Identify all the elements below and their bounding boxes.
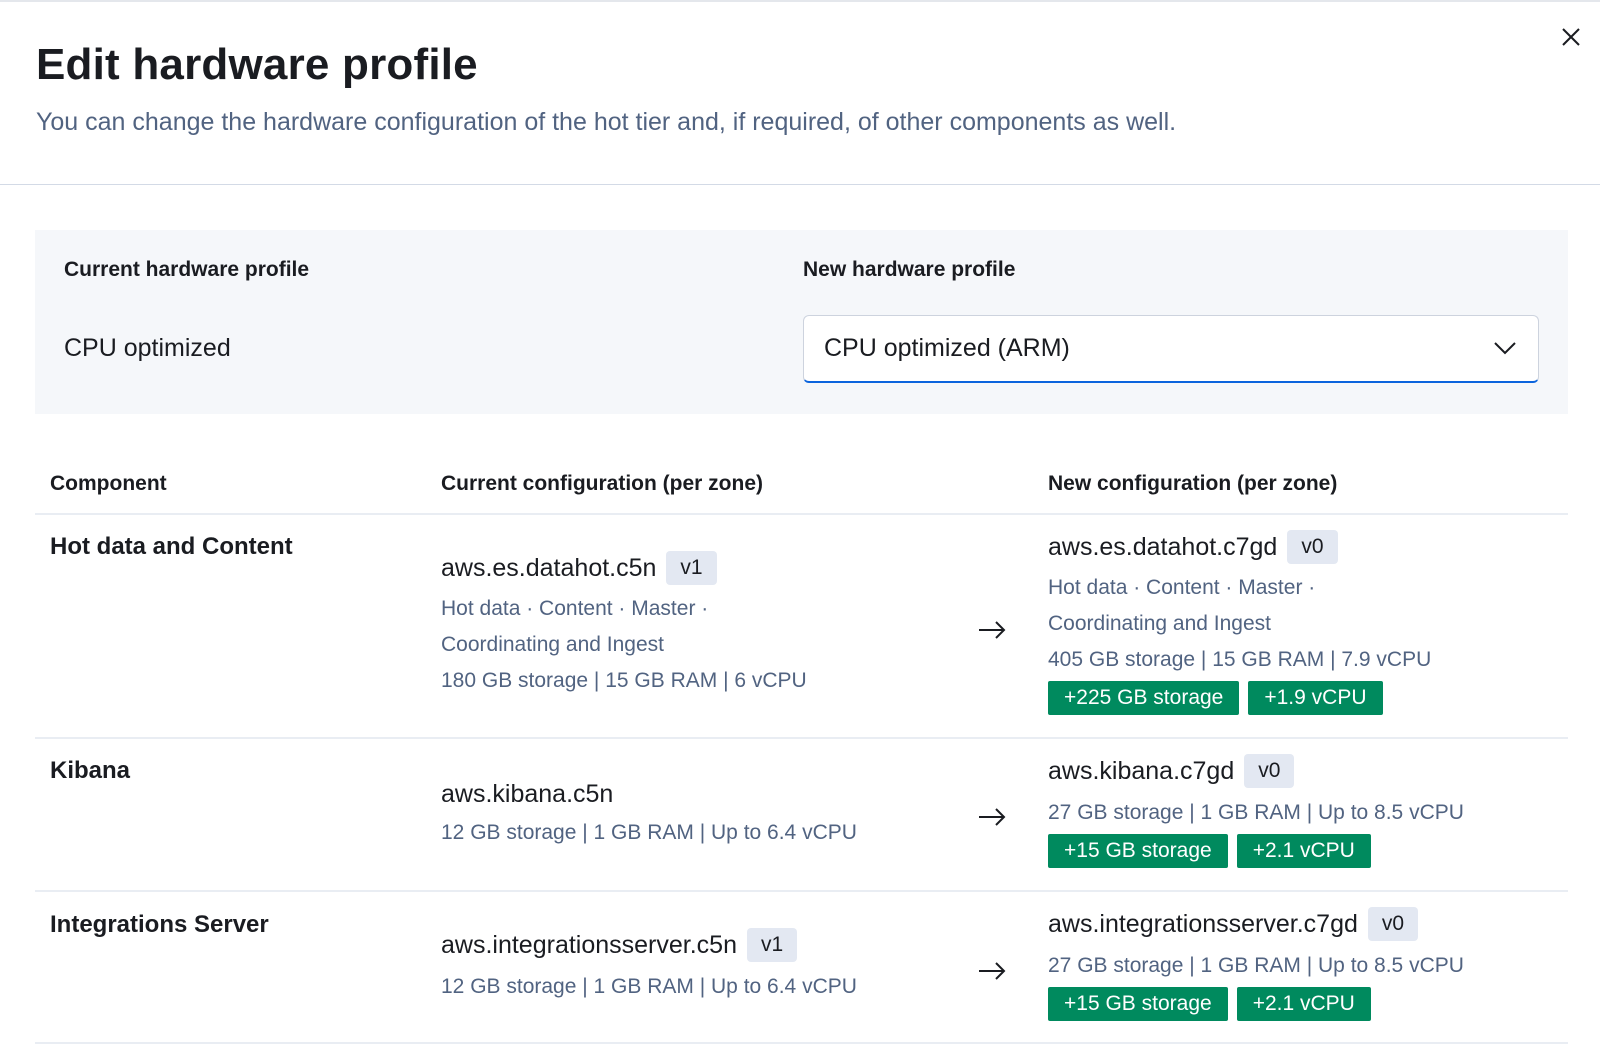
component-name: Kibana (50, 757, 131, 784)
new-roles-line-1: Hot data · Content · Master · (1048, 576, 1316, 599)
vcpu-change-badge: +1.9 vCPU (1248, 681, 1383, 715)
storage-change-badge: +225 GB storage (1048, 681, 1240, 715)
new-profile-label: New hardware profile (803, 258, 1016, 281)
vcpu-change-badge: +2.1 vCPU (1236, 834, 1371, 868)
current-instance-name: aws.kibana.c5n (441, 780, 614, 808)
new-instance-name: aws.integrationsserver.c7gd (1048, 909, 1358, 938)
change-chips: +15 GB storage +2.1 vCPU (1048, 834, 1371, 868)
storage-change-badge: +15 GB storage (1048, 987, 1228, 1021)
version-badge: v0 (1367, 907, 1419, 941)
chevron-down-icon (1494, 342, 1516, 355)
version-badge: v1 (666, 551, 717, 585)
close-button[interactable] (1556, 22, 1586, 52)
current-profile-label: Current hardware profile (64, 258, 310, 281)
header-row-divider (35, 513, 1568, 515)
version-badge: v0 (1244, 754, 1295, 788)
new-instance: aws.es.datahot.c7gd v0 (1048, 530, 1338, 564)
version-badge: v0 (1287, 530, 1338, 564)
hardware-profile-panel: Current hardware profile New hardware pr… (35, 230, 1568, 414)
new-instance-name: aws.kibana.c7gd (1048, 756, 1235, 785)
current-instance-name: aws.es.datahot.c5n (441, 553, 657, 582)
current-instance: aws.kibana.c5n (441, 780, 613, 809)
component-name: Integrations Server (50, 911, 269, 938)
current-roles-line-1: Hot data · Content · Master · (441, 597, 709, 620)
current-specs: 180 GB storage | 15 GB RAM | 6 vCPU (441, 669, 807, 692)
close-icon (1562, 28, 1580, 46)
column-header-current: Current configuration (per zone) (441, 472, 763, 495)
modal-subtitle: You can change the hardware configuratio… (36, 108, 1177, 136)
new-profile-select[interactable]: CPU optimized (ARM) (803, 315, 1539, 383)
new-instance: aws.kibana.c7gd v0 (1048, 754, 1295, 788)
current-specs: 12 GB storage | 1 GB RAM | Up to 6.4 vCP… (441, 821, 857, 844)
new-specs: 405 GB storage | 15 GB RAM | 7.9 vCPU (1048, 648, 1432, 671)
column-header-component: Component (50, 472, 167, 495)
modal-title: Edit hardware profile (36, 40, 478, 89)
change-chips: +15 GB storage +2.1 vCPU (1048, 987, 1371, 1021)
current-specs: 12 GB storage | 1 GB RAM | Up to 6.4 vCP… (441, 975, 857, 998)
component-name: Hot data and Content (50, 533, 293, 560)
current-instance-name: aws.integrationsserver.c5n (441, 930, 737, 959)
vcpu-change-badge: +2.1 vCPU (1236, 987, 1371, 1021)
new-specs: 27 GB storage | 1 GB RAM | Up to 8.5 vCP… (1048, 801, 1464, 824)
arrow-right-icon (979, 962, 1006, 980)
new-instance: aws.integrationsserver.c7gd v0 (1048, 907, 1419, 941)
change-chips: +225 GB storage +1.9 vCPU (1048, 681, 1383, 715)
current-roles-line-2: Coordinating and Ingest (441, 633, 664, 656)
arrow-right-icon (979, 621, 1006, 639)
current-profile-value: CPU optimized (64, 334, 231, 362)
arrow-right-icon (979, 808, 1006, 826)
new-instance-name: aws.es.datahot.c7gd (1048, 532, 1278, 561)
modal-top-border (0, 0, 1600, 2)
current-instance: aws.integrationsserver.c5n v1 (441, 928, 798, 962)
header-divider (0, 184, 1600, 185)
column-header-new: New configuration (per zone) (1048, 472, 1338, 495)
new-specs: 27 GB storage | 1 GB RAM | Up to 8.5 vCP… (1048, 954, 1464, 977)
row-divider (35, 890, 1568, 892)
version-badge: v1 (746, 928, 798, 962)
new-profile-selected-value: CPU optimized (ARM) (824, 334, 1070, 362)
current-instance: aws.es.datahot.c5n v1 (441, 551, 717, 585)
row-divider (35, 737, 1568, 739)
new-roles-line-2: Coordinating and Ingest (1048, 612, 1271, 635)
row-divider (35, 1042, 1568, 1044)
storage-change-badge: +15 GB storage (1048, 834, 1228, 868)
